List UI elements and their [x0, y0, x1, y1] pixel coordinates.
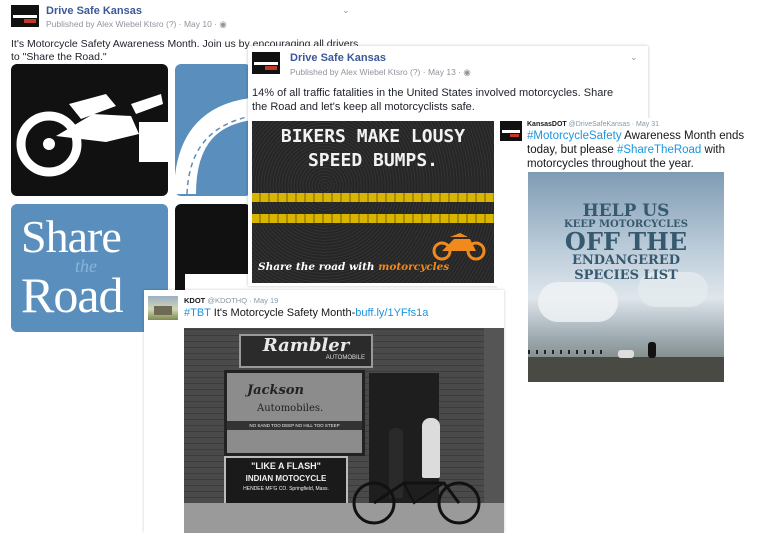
tweet-text: #TBT It's Motorcycle Safety Month-buff.l…	[184, 307, 429, 319]
page-name[interactable]: Drive Safe Kansas	[46, 5, 142, 17]
page-avatar[interactable]	[11, 5, 39, 27]
account-handle: @DriveSafeKansas · May 31	[568, 121, 660, 128]
account-handle: @KDOTHQ · May 19	[207, 296, 279, 305]
motorcycle-icon	[16, 94, 168, 177]
endangered-species-poster[interactable]: HELP US KEEP MOTORCYCLES OFF THE ENDANGE…	[528, 172, 724, 382]
account-name[interactable]: KansasDOT	[527, 121, 567, 128]
page-avatar[interactable]	[252, 52, 280, 74]
chevron-down-icon[interactable]: ⌄	[630, 52, 638, 63]
tweet-endangered-species: KansasDOT @DriveSafeKansas · May 31 #Mot…	[497, 118, 769, 388]
chevron-down-icon[interactable]: ⌄	[342, 5, 350, 16]
image-tagline: Share the road with motorcycles	[258, 261, 450, 273]
hashtag-link[interactable]: #ShareTheRoad	[617, 144, 701, 156]
vintage-photo[interactable]: Rambler AUTOMOBILE Jackson Automobiles. …	[184, 328, 504, 533]
yellow-stripe-top	[252, 193, 494, 202]
yellow-stripe-bottom	[252, 214, 494, 223]
motorcycle-icon	[432, 233, 486, 261]
globe-icon: ◉	[463, 67, 471, 77]
page-name[interactable]: Drive Safe Kansas	[290, 52, 386, 64]
cloud-1	[538, 282, 618, 322]
curved-road-sign	[174, 64, 251, 196]
tweet-header: KDOT @KDOTHQ · May 19	[184, 296, 278, 305]
road-icon	[174, 98, 251, 195]
image-headline: BIKERS MAKE LOUSY SPEED BUMPS.	[280, 126, 466, 171]
sign-word-road: Road	[21, 267, 124, 323]
poster-headline: HELP US KEEP MOTORCYCLES OFF THE ENDANGE…	[564, 201, 688, 284]
account-avatar[interactable]	[500, 121, 522, 141]
post-text: 14% of all traffic fatalities in the Uni…	[252, 87, 614, 113]
post-meta: Published by Alex Wiebel Ktsro (?) · May…	[290, 67, 471, 77]
shop-window: Jackson Automobiles. NO SAND TOO DEEP NO…	[224, 370, 365, 456]
tweet-tbt-indian-motocycle: KDOT @KDOTHQ · May 19 #TBT It's Motorcyc…	[144, 290, 504, 533]
car	[618, 350, 634, 358]
indian-motocycle-board: "LIKE A FLASH" INDIAN MOTOCYCLE HENDEE M…	[224, 456, 348, 508]
speed-bumps-image[interactable]: BIKERS MAKE LOUSY SPEED BUMPS. Share the…	[252, 121, 494, 283]
hashtag-link[interactable]: #TBT	[184, 307, 211, 319]
account-name[interactable]: KDOT	[184, 296, 205, 305]
motorcyclist	[648, 342, 656, 358]
sign-word-share: Share	[21, 211, 122, 262]
tweet-header: KansasDOT @DriveSafeKansas · May 31	[527, 121, 659, 128]
guardrail	[528, 350, 608, 354]
post-meta: Published by Alex Wiebel Ktsro (?) · May…	[46, 19, 227, 29]
url-link[interactable]: buff.ly/1YFfs1a	[355, 307, 428, 319]
rambler-sign: Rambler AUTOMOBILE	[239, 334, 373, 368]
motorcycle-icon	[352, 481, 481, 525]
road	[528, 357, 724, 382]
tweet-text: #MotorcycleSafety Awareness Month ends t…	[527, 130, 745, 170]
hashtag-link[interactable]: #MotorcycleSafety	[527, 130, 622, 142]
account-avatar[interactable]	[148, 296, 178, 320]
motorcycle-sign	[11, 64, 168, 196]
globe-icon: ◉	[219, 19, 227, 29]
